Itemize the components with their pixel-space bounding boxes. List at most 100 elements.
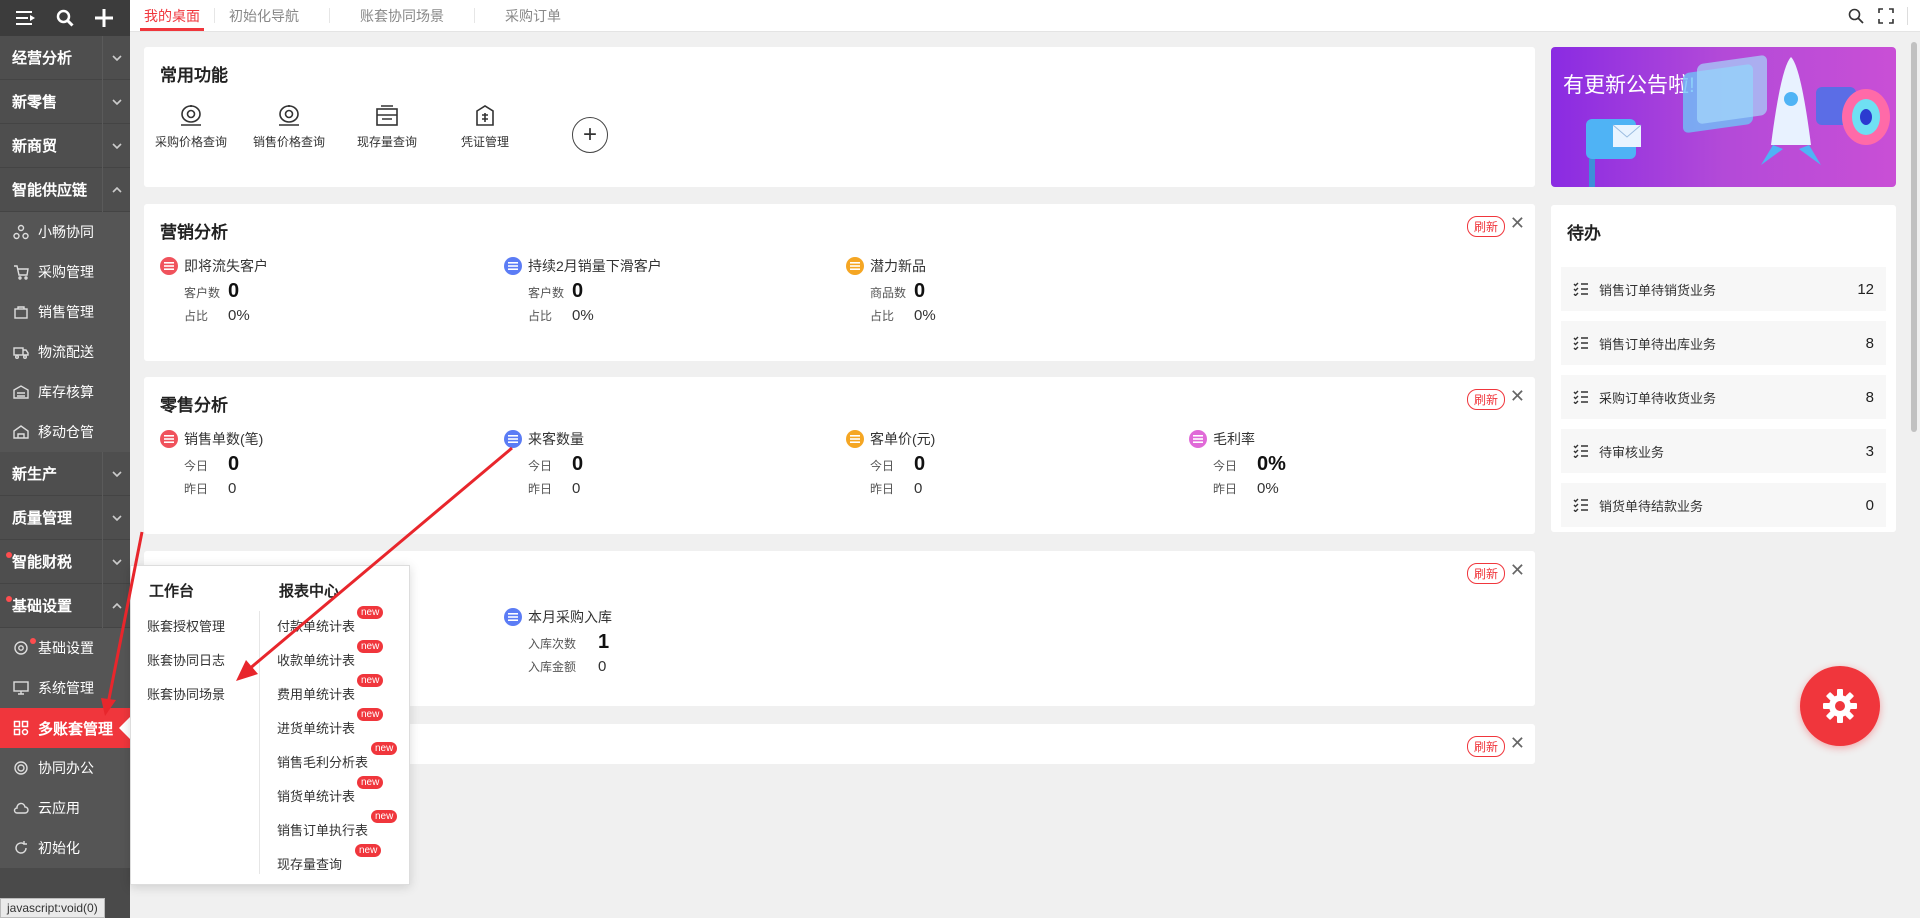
plus-icon[interactable] [92,6,116,30]
metric-name: 持续2月销量下滑客户 [528,258,662,274]
metric-value: 0% [1257,480,1279,497]
refresh-button[interactable]: 刷新 [1466,563,1505,584]
sidebar-item[interactable]: 物流配送 [0,332,130,372]
tab-account-collab-scene[interactable]: 账套协同场景 [346,0,458,31]
refresh-button[interactable]: 刷新 [1466,736,1505,757]
todo-item[interactable]: 销售订单待出库业务 8 [1561,321,1886,365]
todo-item[interactable]: 销货单待结款业务 0 [1561,483,1886,527]
chevron-up-icon[interactable] [102,167,130,212]
add-function-button[interactable]: + [572,117,608,153]
sidebar-item-label: 多账套管理 [38,720,114,738]
search-icon[interactable] [53,6,77,30]
metric-value: 0 [228,453,240,475]
notification-dot [6,552,12,558]
report-menu-item[interactable]: 付款单统计表 [277,616,355,635]
todo-item[interactable]: 采购订单待收货业务 8 [1561,375,1886,419]
sales-icon [12,303,30,321]
search-icon[interactable] [1847,7,1865,25]
sidebar-section[interactable]: 新零售 [0,79,130,124]
todo-count: 0 [1865,496,1874,514]
tab-my-desktop[interactable]: 我的桌面 [130,0,214,31]
report-menu-item[interactable]: 费用单统计表 [277,684,355,703]
fullscreen-icon[interactable] [1877,7,1895,25]
sidebar-section[interactable]: 经营分析 [0,35,130,80]
sidebar-item[interactable]: 云应用 [0,788,130,828]
sidebar-item[interactable]: 库存核算 [0,372,130,412]
metric-name: 即将流失客户 [184,258,268,274]
report-menu-item[interactable]: 销货单统计表 [277,786,355,805]
metric-key: 昨日 [870,482,895,496]
sidebar-item[interactable]: 协同办公 [0,748,130,788]
sidebar-item[interactable]: 基础设置 [0,628,130,668]
menu-icon[interactable] [14,6,38,30]
chevron-down-icon[interactable] [102,495,130,540]
todo-item[interactable]: 待审核业务 3 [1561,429,1886,473]
chevron-down-icon[interactable] [102,451,130,496]
chevron-up-icon[interactable] [102,583,130,628]
popup-menu-item[interactable]: 账套协同日志 [147,650,225,669]
sidebar-section-label: 智能财税 [12,554,73,571]
report-menu-item[interactable]: 收款单统计表 [277,650,355,669]
chevron-down-icon[interactable] [102,79,130,124]
sidebar-section[interactable]: 新生产 [0,451,130,496]
todo-label: 销货单待结款业务 [1599,498,1704,514]
close-icon[interactable]: ✕ [1510,561,1525,579]
notification-dot [30,638,36,644]
close-icon[interactable]: ✕ [1510,214,1525,232]
checklist-icon [1573,388,1591,406]
chevron-down-icon[interactable] [102,35,130,80]
sidebar-item[interactable]: 销售管理 [0,292,130,332]
sidebar-item[interactable]: 系统管理 [0,668,130,708]
metric-icon [504,430,522,448]
todo-count: 8 [1865,388,1874,406]
refresh-button[interactable]: 刷新 [1466,216,1505,237]
sidebar-item[interactable]: 小畅协同 [0,212,130,252]
sidebar-section[interactable]: 质量管理 [0,495,130,540]
tab-purchase-order[interactable]: 采购订单 [491,0,575,31]
sidebar-item[interactable]: 移动仓管 [0,412,130,452]
sidebar-section[interactable]: 智能供应链 [0,167,130,212]
close-icon[interactable]: ✕ [1510,734,1525,752]
report-menu-item[interactable]: 进货单统计表 [277,718,355,737]
tab-bar: 我的桌面 初始化导航 账套协同场景 采购订单 [130,0,1920,32]
report-menu-item[interactable]: 现存量查询 [277,854,342,873]
sidebar-item[interactable]: 多账套管理 [0,708,130,748]
metric-value: 0 [228,280,240,302]
metric-key: 昨日 [528,482,553,496]
sidebar: 经营分析新零售新商贸 智能供应链 小畅协同 采购管理 销售管理 物流配送 库存核算移动仓管… [0,0,130,918]
scrollbar-thumb[interactable] [1911,42,1917,432]
popup-menu-item[interactable]: 账套协同场景 [147,684,225,703]
sidebar-item-label: 移动仓管 [38,424,94,440]
todo-item[interactable]: 销售订单待销货业务 12 [1561,267,1886,311]
tab-init-navigation[interactable]: 初始化导航 [215,0,313,31]
voucher-management[interactable]: 凭证管理 [440,99,530,150]
sidebar-item[interactable]: 采购管理 [0,252,130,292]
stock-query[interactable]: 现存量查询 [342,99,432,150]
report-menu-item[interactable]: 销售毛利分析表 [277,752,368,771]
metric-icon [1189,430,1207,448]
settings-fab-button[interactable] [1800,666,1880,746]
purchase-price-query[interactable]: 采购价格查询 [146,99,236,150]
warehouse-icon [12,383,30,401]
sidebar-item[interactable]: 初始化 [0,828,130,868]
chevron-down-icon[interactable] [102,123,130,168]
report-menu-item[interactable]: 销售订单执行表 [277,820,368,839]
notice-banner[interactable]: 有更新公告啦! [1551,47,1896,187]
popup-menu-item[interactable]: 账套授权管理 [147,616,225,635]
refresh-button[interactable]: 刷新 [1466,389,1505,410]
sidebar-section[interactable]: 基础设置 [0,583,130,628]
sidebar-section[interactable]: 智能财税 [0,539,130,584]
chevron-down-icon[interactable] [102,539,130,584]
metric-value: 0 [572,280,584,302]
sidebar-item-label: 云应用 [38,800,80,816]
status-bar: javascript:void(0) [0,898,105,918]
metric: 即将流失客户 客户数 0 占比 0% [160,256,480,324]
divider [259,611,260,874]
sidebar-section-label: 新零售 [12,94,58,111]
sidebar-section[interactable]: 新商贸 [0,123,130,168]
sales-price-query[interactable]: 销售价格查询 [244,99,334,150]
sidebar-section-label: 基础设置 [12,598,73,615]
metric-key: 今日 [184,459,209,473]
page-scrollbar[interactable] [1908,32,1920,772]
close-icon[interactable]: ✕ [1510,387,1525,405]
